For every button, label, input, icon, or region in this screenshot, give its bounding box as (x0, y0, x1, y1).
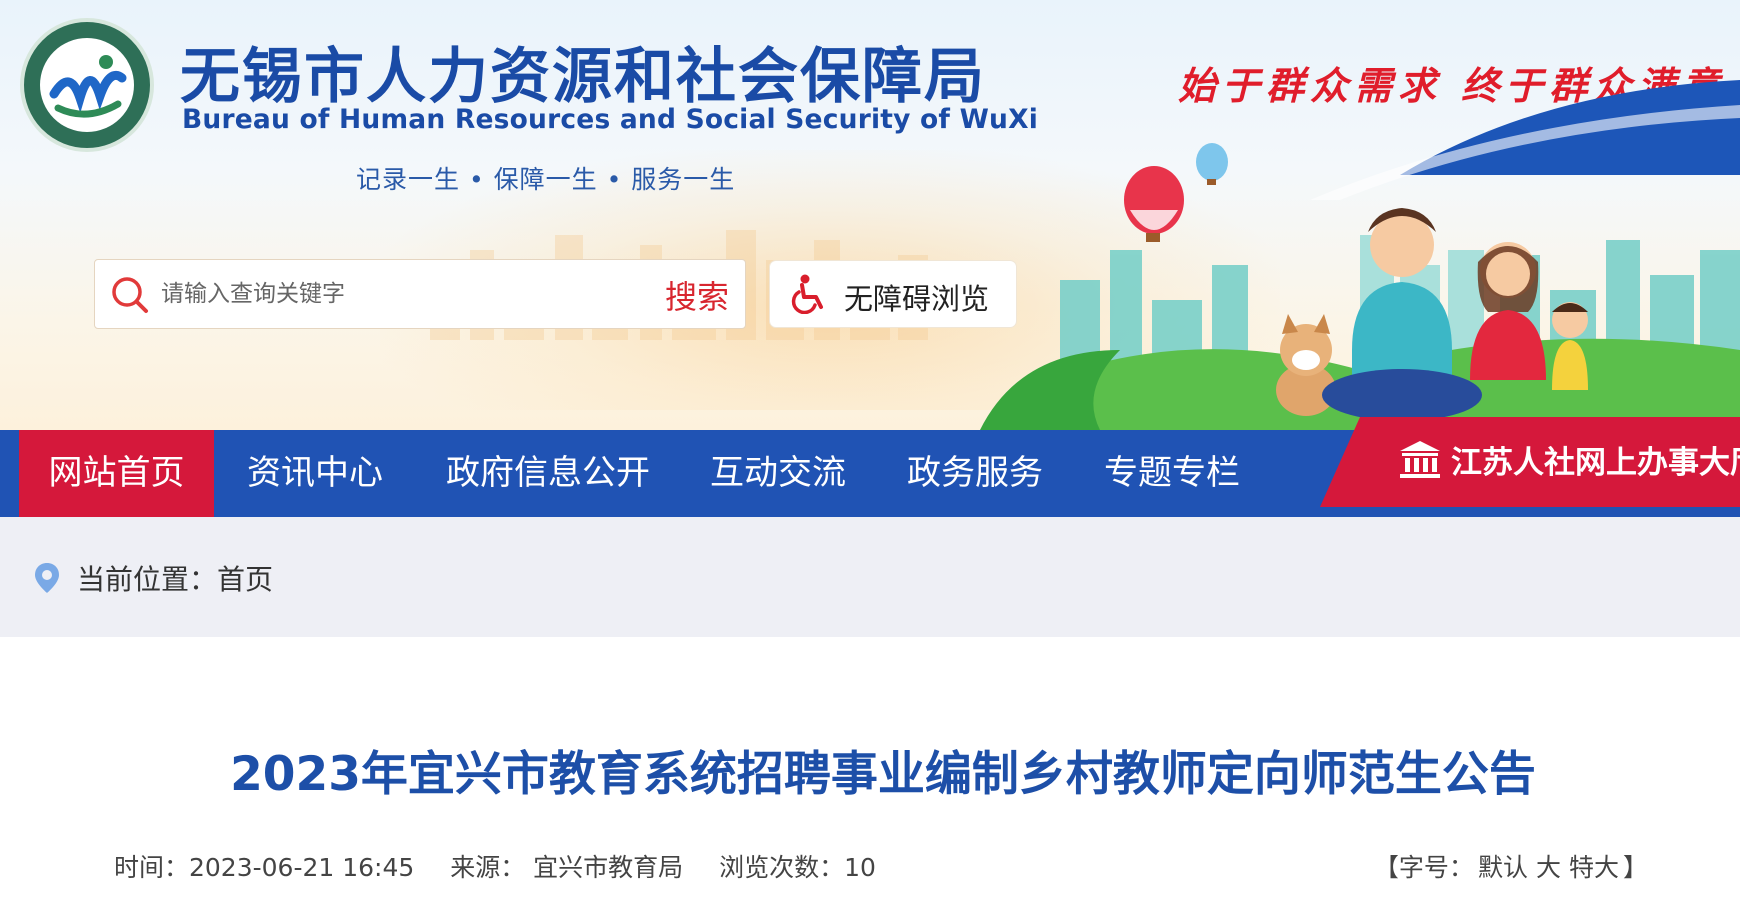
nav-item-interaction[interactable]: 互动交流 (710, 430, 846, 517)
font-size-prefix: 【字号： (1373, 853, 1474, 882)
government-building-icon (1400, 441, 1440, 478)
nav-item-home[interactable]: 网站首页 (19, 430, 214, 517)
breadcrumb: 当前位置：首页 (0, 517, 1740, 637)
wheelchair-icon (791, 274, 823, 314)
nav-item-gov-services[interactable]: 政务服务 (907, 430, 1043, 517)
search-input[interactable] (161, 270, 641, 318)
accessibility-label: 无障碍浏览 (844, 282, 990, 316)
logo-emblem (40, 38, 134, 132)
bureau-logo[interactable] (20, 18, 154, 152)
font-size-xlarge-button[interactable]: 特大 (1569, 853, 1619, 882)
publish-time: 时间：2023-06-21 16:45 (114, 853, 415, 882)
site-motto: 记录一生 • 保障一生 • 服务一生 (356, 165, 736, 194)
nav-item-news[interactable]: 资讯中心 (247, 430, 383, 517)
search-box: 搜索 (94, 259, 746, 329)
article-meta: 时间：2023-06-21 16:45 来源： 宜兴市教育局 浏览次数：10 (114, 848, 904, 884)
site-title-cn: 无锡市人力资源和社会保障局 (180, 42, 986, 112)
location-pin-icon (35, 563, 59, 593)
breadcrumb-text: 当前位置：首页 (77, 563, 274, 596)
site-title-en: Bureau of Human Resources and Social Sec… (182, 104, 1038, 135)
search-icon (112, 277, 148, 313)
font-size-default-button[interactable]: 默认 (1478, 853, 1528, 882)
nav-item-special-topics[interactable]: 专题专栏 (1104, 430, 1240, 517)
view-count: 浏览次数：10 (719, 853, 876, 882)
article-source: 来源： 宜兴市教育局 (450, 853, 684, 882)
online-service-hall-link[interactable]: 江苏人社网上办事大厅 (1320, 417, 1740, 507)
family-illustration (980, 80, 1740, 430)
article-title: 2023年宜兴市教育系统招聘事业编制乡村教师定向师范生公告 (230, 747, 1536, 802)
search-button[interactable]: 搜索 (665, 272, 729, 318)
font-size-switcher: 【字号： 默认大特大】 (1374, 848, 1648, 884)
hot-air-balloons (1124, 143, 1228, 242)
wuxi-hrss-logo-icon (43, 41, 131, 129)
font-size-suffix: 】 (1622, 853, 1648, 882)
online-service-hall-label: 江苏人社网上办事大厅 (1451, 445, 1740, 481)
font-size-large-button[interactable]: 大 (1536, 853, 1561, 882)
nav-item-gov-info[interactable]: 政府信息公开 (446, 430, 650, 517)
site-header: 无锡市人力资源和社会保障局 Bureau of Human Resources … (0, 0, 1740, 430)
